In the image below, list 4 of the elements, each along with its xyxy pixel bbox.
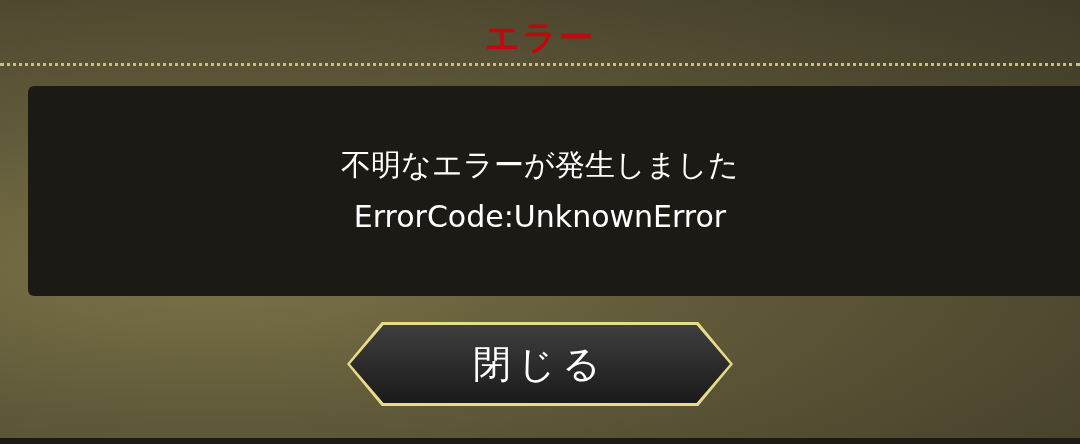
error-message: 不明なエラーが発生しました: [341, 146, 739, 184]
error-message: ErrorCode:UnknownError: [353, 198, 727, 236]
dialog-title: エラー: [485, 17, 595, 57]
close-button[interactable]: 閉じる: [347, 322, 733, 406]
